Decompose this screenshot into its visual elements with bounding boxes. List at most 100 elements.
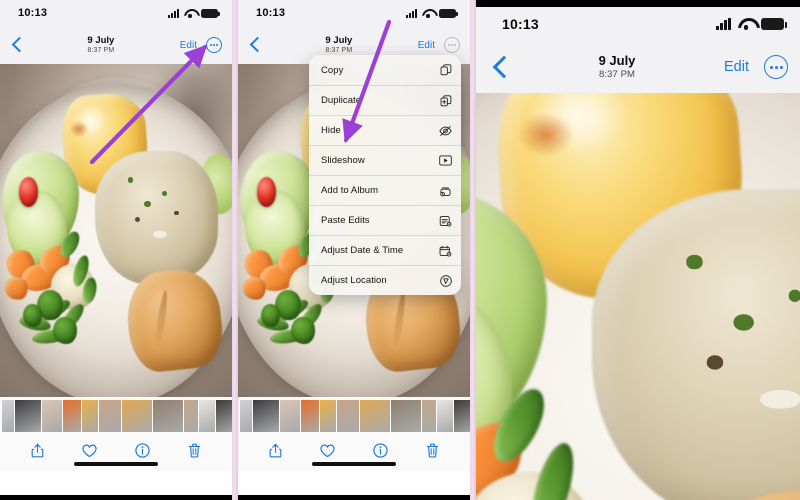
calendar-adjust-icon bbox=[439, 244, 452, 257]
menu-item-paste-edits[interactable]: Paste Edits bbox=[309, 205, 461, 235]
wifi-icon bbox=[184, 9, 196, 18]
menu-item-add-to-album[interactable]: Add to Album bbox=[309, 175, 461, 205]
trash-icon[interactable] bbox=[426, 443, 439, 463]
copy-icon bbox=[439, 64, 452, 77]
status-bar: 10:13 bbox=[476, 7, 800, 41]
nav-bar: 9 July 8:37 PM Edit bbox=[0, 26, 232, 64]
panel-photo-viewer-context-menu-open: 10:13 9 July 8:37 PM Edit Copy Duplicate… bbox=[238, 0, 470, 500]
menu-item-adjust-location[interactable]: Adjust Location bbox=[309, 265, 461, 295]
food-plate-photo[interactable] bbox=[0, 64, 232, 397]
top-black-bar bbox=[476, 0, 800, 7]
home-indicator bbox=[74, 462, 158, 466]
info-circle-icon[interactable] bbox=[135, 443, 150, 463]
info-circle-icon[interactable] bbox=[373, 443, 388, 463]
thumbnail-item[interactable] bbox=[199, 400, 215, 432]
edit-button[interactable]: Edit bbox=[418, 40, 435, 51]
signal-bars-icon bbox=[168, 8, 179, 18]
menu-item-label: Copy bbox=[321, 64, 344, 76]
menu-item-label: Duplicate bbox=[321, 95, 362, 106]
share-icon[interactable] bbox=[31, 443, 44, 463]
thumbnail-item[interactable] bbox=[253, 400, 279, 432]
thumbnail-item[interactable] bbox=[391, 400, 421, 432]
photo-action-toolbar bbox=[0, 435, 232, 471]
menu-item-adjust-date-time[interactable]: Adjust Date & Time bbox=[309, 235, 461, 265]
eye-slash-icon bbox=[439, 124, 452, 137]
back-chevron-icon[interactable] bbox=[8, 35, 28, 55]
photo-time: 8:37 PM bbox=[598, 68, 636, 80]
wifi-icon bbox=[422, 9, 434, 18]
status-indicators bbox=[406, 8, 458, 18]
menu-item-label: Add to Album bbox=[321, 185, 379, 196]
status-bar: 10:13 bbox=[0, 0, 232, 26]
menu-item-duplicate[interactable]: Duplicate bbox=[309, 85, 461, 115]
share-icon[interactable] bbox=[269, 443, 282, 463]
bottom-black-bar bbox=[238, 495, 470, 500]
nav-title: 9 July 8:37 PM bbox=[510, 53, 724, 82]
thumbnail-item[interactable] bbox=[2, 400, 14, 432]
thumbnail-item[interactable] bbox=[320, 400, 336, 432]
ellipsis-circle-icon[interactable] bbox=[206, 37, 222, 53]
thumbnail-item[interactable] bbox=[184, 400, 198, 432]
status-bar: 10:13 bbox=[238, 0, 470, 26]
thumbnail-item[interactable] bbox=[422, 400, 436, 432]
trash-icon[interactable] bbox=[188, 443, 201, 463]
photo-stage[interactable] bbox=[476, 93, 800, 500]
ellipsis-circle-icon[interactable] bbox=[444, 37, 460, 53]
photo-date: 9 July bbox=[325, 34, 353, 46]
thumbnail-item[interactable] bbox=[301, 400, 319, 432]
thumbnail-item[interactable] bbox=[15, 400, 41, 432]
thumbnail-item[interactable] bbox=[82, 400, 98, 432]
bottom-black-bar bbox=[0, 495, 232, 500]
screenshot-root: 10:13 9 July 8:37 PM Edit 10:13 9 July 8… bbox=[0, 0, 800, 500]
paste-edits-icon bbox=[439, 214, 452, 227]
edit-button[interactable]: Edit bbox=[724, 59, 749, 75]
thumbnail-item[interactable] bbox=[122, 400, 152, 432]
status-indicators bbox=[716, 18, 787, 30]
thumbnail-item[interactable] bbox=[337, 400, 359, 432]
ellipsis-circle-icon[interactable] bbox=[764, 55, 788, 79]
signal-bars-icon bbox=[716, 18, 731, 30]
menu-item-label: Hide bbox=[321, 125, 341, 136]
battery-icon bbox=[439, 8, 458, 18]
photo-thumbnail-strip[interactable] bbox=[238, 397, 470, 435]
status-time: 10:13 bbox=[18, 7, 48, 19]
thumbnail-item[interactable] bbox=[280, 400, 300, 432]
back-chevron-icon[interactable] bbox=[488, 53, 516, 81]
status-indicators bbox=[168, 8, 220, 18]
heart-icon[interactable] bbox=[82, 444, 97, 463]
menu-item-slideshow[interactable]: Slideshow bbox=[309, 145, 461, 175]
thumbnail-item[interactable] bbox=[42, 400, 62, 432]
photo-date: 9 July bbox=[598, 52, 636, 68]
nav-actions: Edit bbox=[418, 37, 460, 53]
heart-icon[interactable] bbox=[320, 444, 335, 463]
thumbnail-item[interactable] bbox=[437, 400, 453, 432]
thumbnail-item[interactable] bbox=[63, 400, 81, 432]
thumbnail-item[interactable] bbox=[454, 400, 470, 432]
nav-title: 9 July 8:37 PM bbox=[260, 35, 418, 56]
photo-action-toolbar bbox=[238, 435, 470, 471]
menu-item-label: Adjust Location bbox=[321, 275, 387, 286]
food-plate-photo[interactable] bbox=[476, 93, 800, 500]
photo-stage[interactable] bbox=[0, 64, 232, 397]
battery-icon bbox=[761, 18, 787, 30]
thumbnail-item[interactable] bbox=[99, 400, 121, 432]
edit-button[interactable]: Edit bbox=[180, 40, 197, 51]
nav-bar: 9 July 8:37 PM Edit bbox=[476, 41, 800, 93]
panel-photo-viewer-default: 10:13 9 July 8:37 PM Edit bbox=[0, 0, 232, 500]
nav-title: 9 July 8:37 PM bbox=[22, 35, 180, 56]
photo-thumbnail-strip[interactable] bbox=[0, 397, 232, 435]
thumbnail-item[interactable] bbox=[240, 400, 252, 432]
menu-item-copy[interactable]: Copy bbox=[309, 55, 461, 85]
thumbnail-item[interactable] bbox=[216, 400, 232, 432]
status-time: 10:13 bbox=[256, 7, 286, 19]
menu-item-hide[interactable]: Hide bbox=[309, 115, 461, 145]
home-indicator bbox=[312, 462, 396, 466]
back-chevron-icon[interactable] bbox=[246, 35, 266, 55]
nav-actions: Edit bbox=[180, 37, 222, 53]
status-time: 10:13 bbox=[502, 16, 539, 32]
thumbnail-item[interactable] bbox=[360, 400, 390, 432]
nav-actions: Edit bbox=[724, 55, 788, 79]
photo-options-menu: Copy Duplicate Hide Slideshow Add to Alb… bbox=[309, 55, 461, 295]
thumbnail-item[interactable] bbox=[153, 400, 183, 432]
signal-bars-icon bbox=[406, 8, 417, 18]
